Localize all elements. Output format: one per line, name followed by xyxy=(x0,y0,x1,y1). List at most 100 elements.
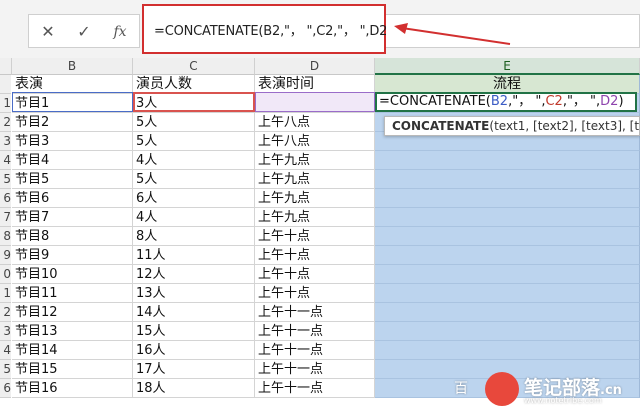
cell-c[interactable]: 13人 xyxy=(133,284,255,303)
cell-d[interactable]: 上午十点 xyxy=(255,227,375,246)
cell-d[interactable]: 上午十一点 xyxy=(255,341,375,360)
cell-b[interactable]: 节目8 xyxy=(12,227,133,246)
cell-b[interactable]: 节目9 xyxy=(12,246,133,265)
row-header[interactable]: 4 xyxy=(0,151,11,170)
annotation-arrow-icon xyxy=(394,23,511,45)
cell-b[interactable]: 节目6 xyxy=(12,189,133,208)
reference-d2-outline xyxy=(255,92,375,112)
row-header[interactable]: 3 xyxy=(0,132,11,151)
row-header[interactable]: 1 xyxy=(0,94,11,113)
cell-d[interactable]: 上午十一点 xyxy=(255,303,375,322)
brand-logo-icon xyxy=(485,372,519,406)
row-header[interactable]: 0 xyxy=(0,265,11,284)
watermark: 百 笔记部落.cn www.notetribe.com xyxy=(440,370,640,410)
cell-d[interactable]: 上午十一点 xyxy=(255,360,375,379)
cell-e[interactable] xyxy=(375,341,640,360)
row-header[interactable]: 4 xyxy=(0,341,11,360)
corner-header[interactable] xyxy=(0,58,12,75)
cell-e[interactable] xyxy=(375,170,640,189)
spreadsheet-grid: B C D E 表演 演员人数 表演时间 流程 1节目13人上午八点2节目25人… xyxy=(0,58,640,410)
watermark-left-char: 百 xyxy=(454,381,468,397)
check-icon[interactable]: ✓ xyxy=(69,15,99,49)
x-icon[interactable]: ✕ xyxy=(33,15,63,49)
cell-b[interactable]: 节目7 xyxy=(12,208,133,227)
row-header[interactable]: 1 xyxy=(0,284,11,303)
cell-b[interactable]: 节目15 xyxy=(12,360,133,379)
cell-e[interactable] xyxy=(375,208,640,227)
watermark-suffix: .cn xyxy=(600,383,622,398)
column-header-c[interactable]: C xyxy=(133,58,255,75)
cell-e[interactable] xyxy=(375,265,640,284)
row-header[interactable]: 6 xyxy=(0,189,11,208)
column-header-b[interactable]: B xyxy=(12,58,133,75)
cell-b[interactable]: 节目2 xyxy=(12,113,133,132)
row-header[interactable]: 2 xyxy=(0,113,11,132)
cell-d[interactable]: 上午十一点 xyxy=(255,322,375,341)
row-header[interactable]: 6 xyxy=(0,379,11,398)
row-header[interactable]: 2 xyxy=(0,303,11,322)
cell-c[interactable]: 5人 xyxy=(133,132,255,151)
formula-text: =CONCATENATE(B2,"， ",C2,"， ",D2) xyxy=(154,24,393,39)
cell-b[interactable]: 节目3 xyxy=(12,132,133,151)
cell-d[interactable]: 上午九点 xyxy=(255,151,375,170)
cell-b[interactable]: 节目10 xyxy=(12,265,133,284)
row-header[interactable]: 9 xyxy=(0,246,11,265)
cell-d[interactable]: 上午八点 xyxy=(255,132,375,151)
cell-e[interactable] xyxy=(375,322,640,341)
cell-d[interactable]: 上午十点 xyxy=(255,284,375,303)
cell-d[interactable]: 上午八点 xyxy=(255,113,375,132)
cell-d[interactable]: 上午十点 xyxy=(255,265,375,284)
cell-c[interactable]: 5人 xyxy=(133,113,255,132)
tooltip-function-name[interactable]: CONCATENATE xyxy=(392,119,489,133)
formula-bar-buttons: ✕ ✓ fx xyxy=(28,14,140,48)
cell-c[interactable]: 15人 xyxy=(133,322,255,341)
cell-b[interactable]: 节目5 xyxy=(12,170,133,189)
formula-bar-area: ✕ ✓ fx =CONCATENATE(B2,"， ",C2,"， ",D2) xyxy=(0,0,640,58)
cell-c[interactable]: 6人 xyxy=(133,189,255,208)
formula-part-b2: B2 xyxy=(490,94,509,109)
cell-b[interactable]: 节目11 xyxy=(12,284,133,303)
cell-c[interactable]: 11人 xyxy=(133,246,255,265)
formula-part-sep: ,"， ", xyxy=(562,94,601,109)
cell-e[interactable] xyxy=(375,227,640,246)
cell-c[interactable]: 16人 xyxy=(133,341,255,360)
row-header[interactable]: 8 xyxy=(0,227,11,246)
formula-input[interactable]: =CONCATENATE(B2,"， ",C2,"， ",D2) xyxy=(142,4,392,54)
cell-d[interactable]: 上午十一点 xyxy=(255,379,375,398)
cell-e[interactable] xyxy=(375,151,640,170)
formula-part-d2: D2 xyxy=(600,94,619,109)
column-header-d[interactable]: D xyxy=(255,58,375,75)
cell-d[interactable]: 上午九点 xyxy=(255,189,375,208)
tooltip-args: (text1, [text2], [text3], [text4], ...) xyxy=(489,119,640,133)
cell-c[interactable]: 12人 xyxy=(133,265,255,284)
cell-e[interactable] xyxy=(375,246,640,265)
cell-b[interactable]: 节目16 xyxy=(12,379,133,398)
cell-b[interactable]: 节目4 xyxy=(12,151,133,170)
cell-c[interactable]: 17人 xyxy=(133,360,255,379)
fx-icon[interactable]: fx xyxy=(105,15,135,49)
active-cell-editor[interactable]: =CONCATENATE(B2,"， ",C2,"， ",D2) xyxy=(375,92,637,112)
cell-b[interactable]: 节目14 xyxy=(12,341,133,360)
reference-c2-outline xyxy=(133,92,255,112)
cell-d[interactable]: 上午九点 xyxy=(255,170,375,189)
row-header[interactable]: 3 xyxy=(0,322,11,341)
cell-e[interactable] xyxy=(375,284,640,303)
cell-c[interactable]: 14人 xyxy=(133,303,255,322)
cell-d[interactable]: 上午十点 xyxy=(255,246,375,265)
cell-b[interactable]: 节目13 xyxy=(12,322,133,341)
cell-c[interactable]: 8人 xyxy=(133,227,255,246)
cell-e[interactable] xyxy=(375,189,640,208)
row-header[interactable]: 5 xyxy=(0,170,11,189)
cell-c[interactable]: 4人 xyxy=(133,151,255,170)
cell-d[interactable]: 上午九点 xyxy=(255,208,375,227)
function-tooltip[interactable]: CONCATENATE(text1, [text2], [text3], [te… xyxy=(384,116,640,136)
row-header[interactable] xyxy=(0,75,11,94)
row-header[interactable]: 7 xyxy=(0,208,11,227)
cell-e[interactable] xyxy=(375,303,640,322)
cell-c[interactable]: 4人 xyxy=(133,208,255,227)
cell-c[interactable]: 18人 xyxy=(133,379,255,398)
row-header[interactable]: 5 xyxy=(0,360,11,379)
cell-b[interactable]: 节目12 xyxy=(12,303,133,322)
cell-c[interactable]: 5人 xyxy=(133,170,255,189)
column-header-e[interactable]: E xyxy=(375,58,640,75)
